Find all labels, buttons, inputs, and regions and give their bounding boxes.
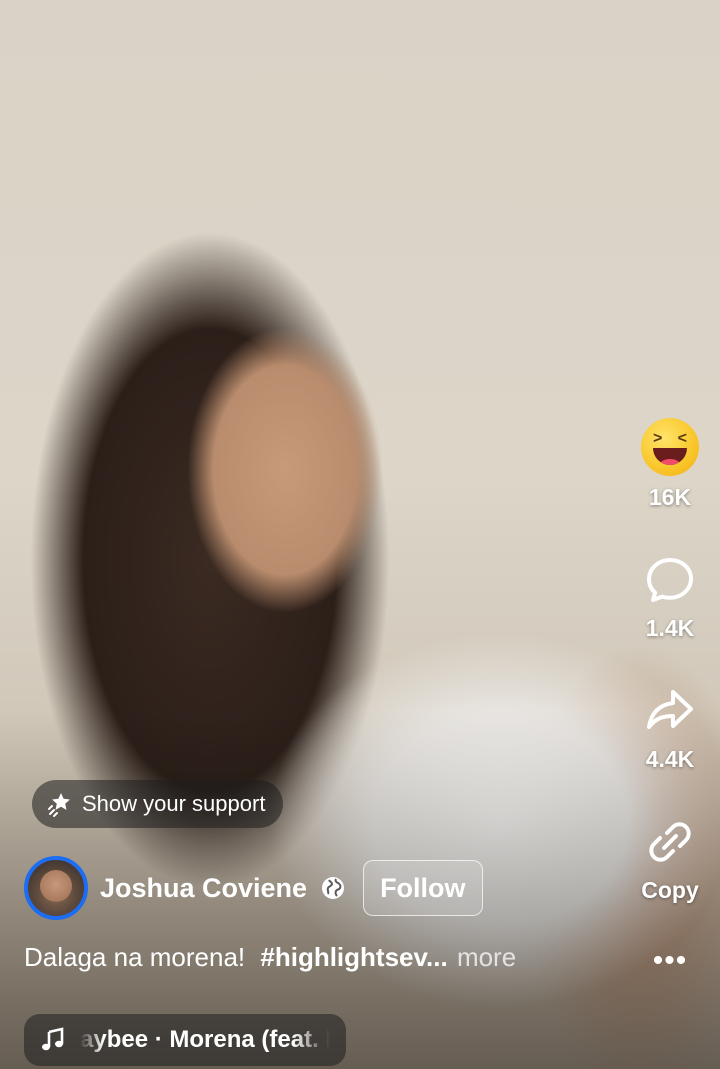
share-action[interactable]: 4.4K [643,684,697,773]
show-support-button[interactable]: Show your support [32,780,284,828]
music-attribution[interactable]: aybee · Morena (feat. I [24,1014,346,1066]
caption-text: Dalaga na morena! [24,942,246,972]
more-dots-icon[interactable]: ••• [653,946,688,976]
comment-count: 1.4K [645,615,695,641]
comment-action[interactable]: 1.4K [643,553,697,642]
support-label: Show your support [82,791,266,816]
reaction-action[interactable]: > < 16K [641,418,699,511]
share-icon[interactable] [643,684,697,738]
follow-button[interactable]: Follow [363,860,483,916]
music-note-icon [42,1027,64,1051]
laughing-emoji-icon[interactable]: > < [641,418,699,476]
copy-label: Copy [641,877,699,903]
link-icon[interactable] [643,815,697,869]
copy-link-action[interactable]: Copy [641,815,699,904]
comment-icon[interactable] [643,553,697,607]
action-rail: > < 16K 1.4K 4.4K Copy ••• [620,418,720,976]
globe-icon [322,877,345,899]
sparkle-star-icon [48,793,70,817]
author-row: Joshua Coviene Follow [24,856,483,920]
avatar[interactable] [24,856,88,920]
caption-more-link[interactable]: more [457,942,516,972]
music-track-text: aybee · Morena (feat. I [80,1026,330,1053]
caption: Dalaga na morena! #highlightsev... more [24,942,516,973]
reaction-count: 16K [648,484,692,510]
author-name[interactable]: Joshua Coviene [100,873,307,904]
caption-hashtag[interactable]: #highlightsev... [260,942,447,972]
share-count: 4.4K [645,746,695,772]
